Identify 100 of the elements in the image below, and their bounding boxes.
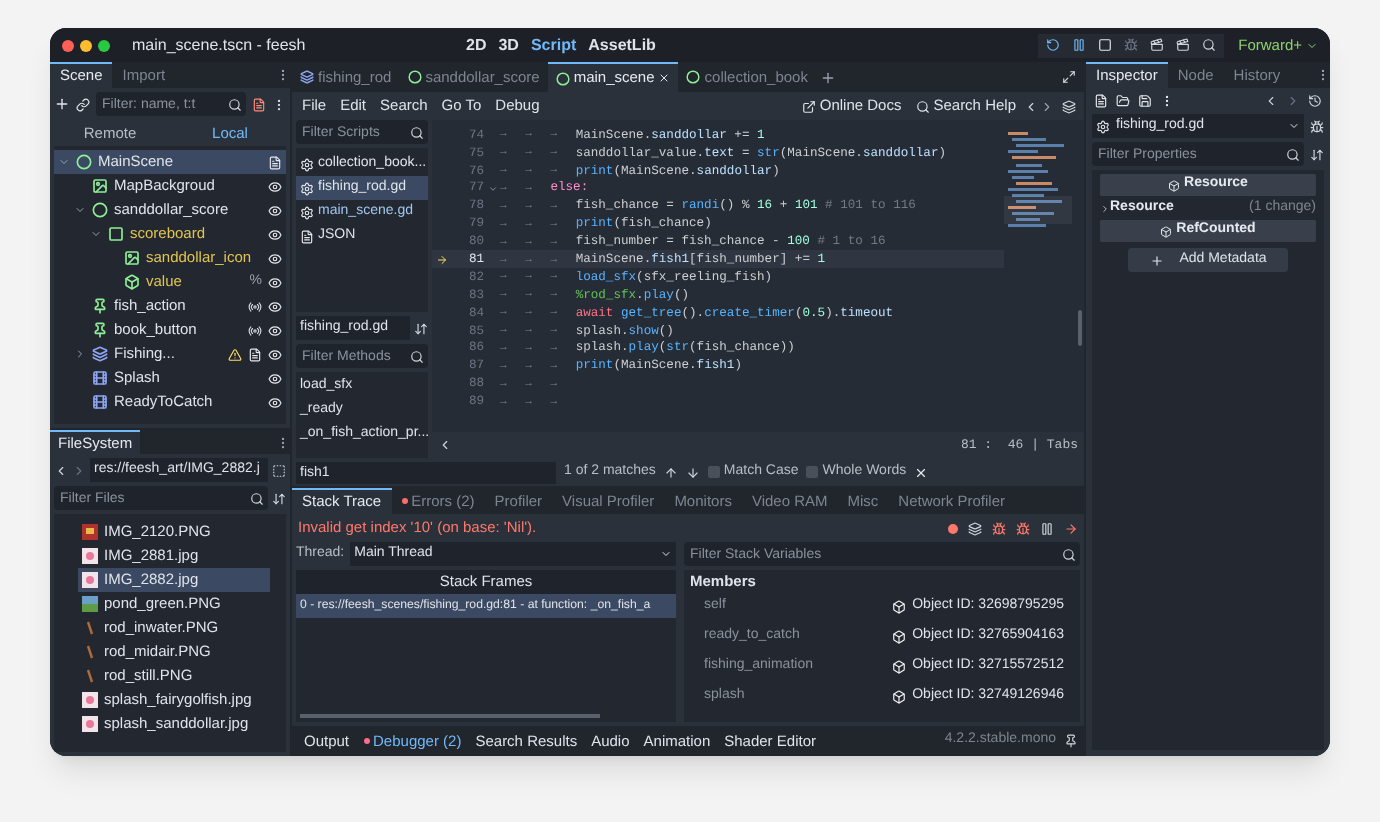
clapperboard-icon[interactable] [1176,38,1191,52]
object-icon [892,660,907,674]
circle-icon [407,70,422,84]
stop-icon[interactable] [1098,38,1113,52]
more-icon[interactable] [1160,94,1174,108]
pause-icon[interactable] [1040,521,1054,535]
object-icon [892,630,907,644]
image-thumbnail [82,716,98,732]
image-thumbnail [82,524,98,540]
image-thumbnail [82,572,98,588]
image-thumbnail [82,692,98,708]
history-icon[interactable] [1308,94,1322,108]
plus-icon [1149,253,1164,267]
scrollbar-thumb[interactable] [300,714,600,718]
gear-icon [300,181,314,195]
circle-icon [92,202,108,218]
eye-icon[interactable] [268,275,282,289]
more-icon[interactable] [272,97,286,111]
search-icon [228,97,242,111]
back-icon[interactable] [1264,94,1278,108]
expand-icon[interactable] [1062,70,1076,84]
previous-match-icon[interactable] [663,465,678,479]
next-match-icon[interactable] [685,465,700,479]
workspace-tab[interactable]: 3D [498,33,519,57]
workspace-tab[interactable]: 2D [466,33,487,57]
eye-icon[interactable] [268,251,282,265]
clapperboard-icon[interactable] [1150,38,1165,52]
collapse-icon [74,348,86,360]
document-icon [300,229,314,243]
object-icon [892,600,907,614]
sort-icon[interactable] [414,321,428,335]
film-icon [92,370,108,386]
circle-icon [555,71,570,85]
image-thumbnail [82,548,98,564]
eye-icon[interactable] [268,203,282,217]
continue-icon[interactable] [1064,521,1078,535]
search-icon [1286,147,1300,161]
back-icon[interactable] [1024,99,1038,113]
back-icon[interactable] [54,463,68,477]
object-icon [1160,225,1173,237]
sort-icon[interactable] [272,491,286,505]
film-icon [92,394,108,410]
record-icon[interactable] [948,523,958,533]
add-tab-icon[interactable] [819,69,836,85]
gear-icon [1096,119,1110,133]
folder-icon[interactable] [1116,94,1130,108]
search-icon [1062,547,1076,561]
close-icon[interactable] [914,465,929,479]
object-icon [1168,179,1181,191]
search-icon[interactable] [1202,38,1217,52]
save-icon[interactable] [1138,94,1152,108]
eye-icon[interactable] [268,179,282,193]
caret-icon [660,548,672,560]
caret-icon [1306,39,1318,51]
bug-icon[interactable] [1124,38,1139,52]
more-icon[interactable] [276,68,290,82]
expand-icon [58,156,70,168]
object-icon [892,690,907,704]
search-icon [250,491,264,505]
square-icon [108,226,124,242]
execution-arrow-icon [436,253,448,266]
forward-icon[interactable] [1040,99,1054,113]
circle-icon [76,154,92,170]
workspace-tab[interactable]: AssetLib [588,33,656,57]
forward-icon[interactable] [1286,94,1300,108]
eye-icon[interactable] [268,347,282,361]
more-icon[interactable] [1316,68,1330,82]
workspace-tab[interactable]: Script [530,33,577,57]
window-title: main_scene.tscn - feesh [132,33,308,57]
pin-icon[interactable] [1064,734,1078,748]
more-icon[interactable] [276,435,290,449]
sort-icon[interactable] [1310,147,1324,161]
eye-icon[interactable] [268,227,282,241]
add-node-icon[interactable] [54,96,70,112]
layers-icon [92,346,108,362]
gear-icon [300,205,314,219]
expand-icon [1100,203,1110,213]
collapse-icon[interactable] [438,438,452,452]
layers-icon [300,70,314,84]
eye-icon[interactable] [268,299,282,313]
circle-icon [686,70,701,84]
search-icon [410,349,424,363]
eye-icon[interactable] [268,323,282,337]
image-thumbnail [82,596,98,612]
fold-icon[interactable] [487,183,497,194]
link-icon[interactable] [76,97,90,111]
eye-icon[interactable] [268,371,282,385]
search-icon [915,99,930,113]
search-icon [410,125,424,139]
external-link-icon [801,99,816,113]
new-resource-icon[interactable] [1094,94,1108,108]
script-icon[interactable] [252,97,266,111]
scrollbar-thumb[interactable] [1078,310,1082,346]
close-icon [658,72,671,84]
gear-icon [300,157,314,171]
reload-icon[interactable] [1046,38,1061,52]
image-icon [92,178,108,194]
caret-icon [1288,120,1300,132]
pause-icon[interactable] [1072,38,1087,52]
eye-icon[interactable] [268,395,282,409]
